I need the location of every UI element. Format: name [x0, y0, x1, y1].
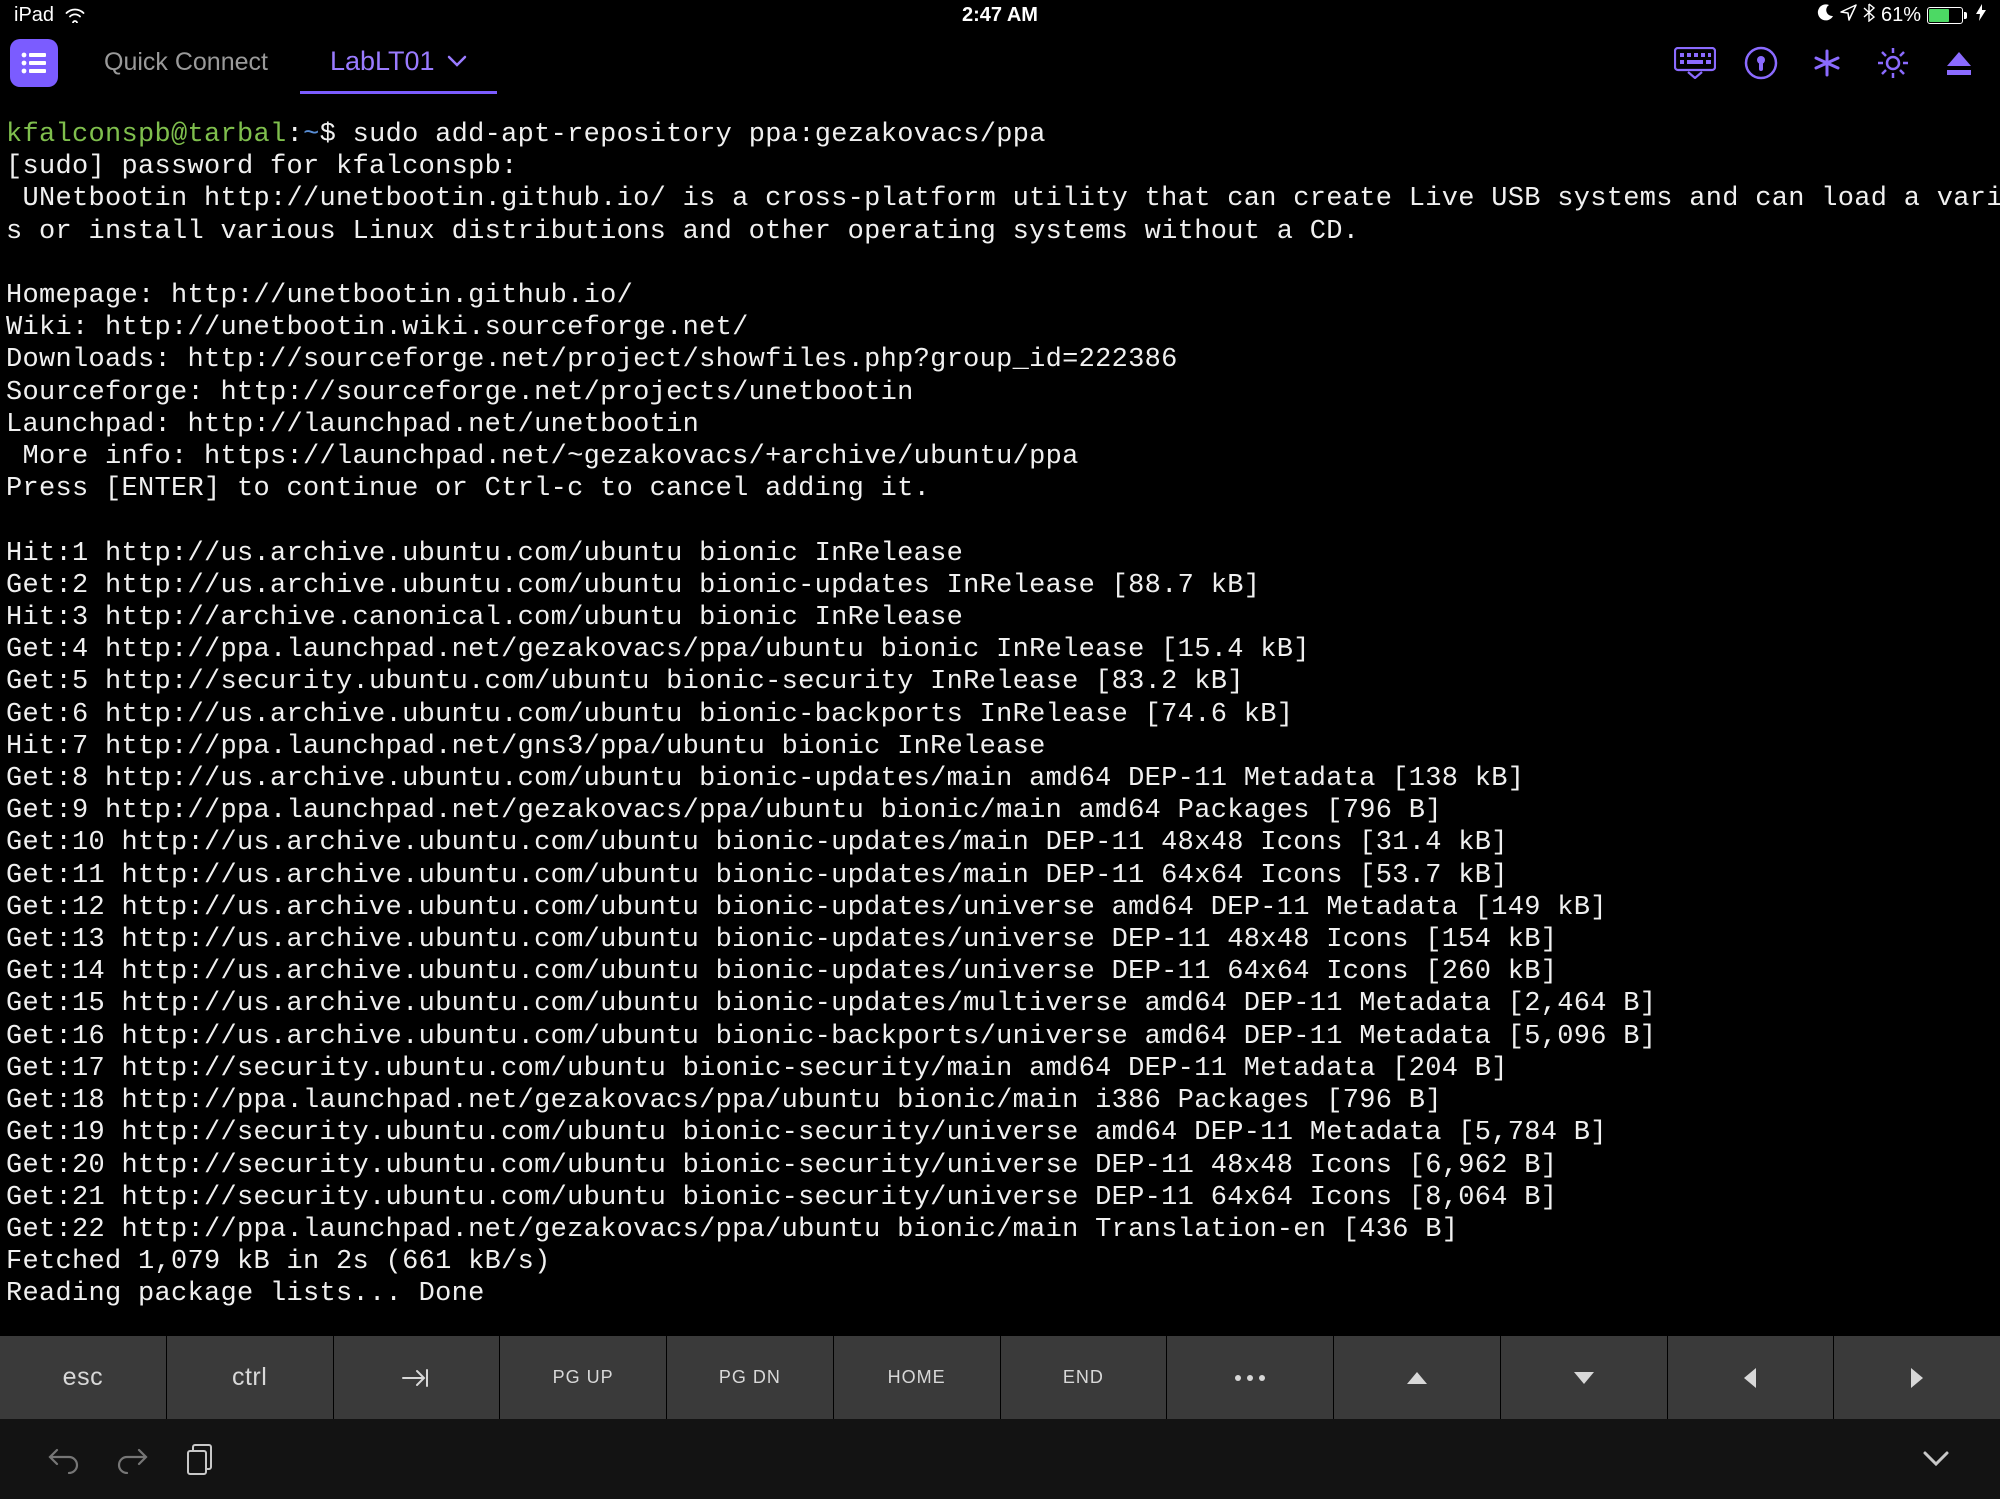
- hide-keyboard-button[interactable]: [1902, 1429, 1970, 1489]
- terminal-lines: [sudo] password for kfalconspb: UNetboot…: [6, 152, 2000, 1309]
- key-pgup[interactable]: PG UP: [500, 1336, 667, 1419]
- keyboard-icon[interactable]: [1664, 32, 1726, 94]
- sessions-menu-button[interactable]: [10, 39, 58, 87]
- star-icon[interactable]: [1796, 32, 1858, 94]
- bluetooth-icon: [1863, 3, 1875, 28]
- chevron-down-icon: [447, 55, 467, 67]
- prompt-user: kfalconspb: [6, 120, 171, 150]
- clock: 2:47 AM: [962, 4, 1038, 27]
- terminal-output[interactable]: kfalconspb@tarbal:~$ sudo add-apt-reposi…: [0, 95, 2000, 1321]
- key-arrow-left[interactable]: [1668, 1336, 1835, 1419]
- key-pgdn[interactable]: PG DN: [667, 1336, 834, 1419]
- more-dots-icon: [1233, 1373, 1267, 1383]
- battery-icon: [1927, 7, 1967, 24]
- keyboard-accessory-row: esc ctrl PG UP PG DN HOME END: [0, 1336, 2000, 1419]
- battery-percent: 61%: [1881, 4, 1921, 27]
- lock-icon[interactable]: [1730, 32, 1792, 94]
- key-arrow-down[interactable]: [1501, 1336, 1668, 1419]
- arrow-down-icon: [1572, 1369, 1596, 1387]
- moon-icon: [1817, 4, 1834, 27]
- redo-button[interactable]: [98, 1429, 166, 1489]
- charging-icon: [1976, 4, 1986, 26]
- undo-button[interactable]: [30, 1429, 98, 1489]
- app-toolbar: Quick Connect LabLT01: [0, 30, 2000, 95]
- device-label: iPad: [14, 4, 54, 27]
- key-esc[interactable]: esc: [0, 1336, 167, 1419]
- session-tab[interactable]: LabLT01: [300, 31, 497, 94]
- key-home[interactable]: HOME: [834, 1336, 1001, 1419]
- arrow-right-icon: [1908, 1366, 1926, 1390]
- command-text: sudo add-apt-repository ppa:gezakovacs/p…: [353, 120, 1046, 150]
- key-more[interactable]: [1167, 1336, 1334, 1419]
- prompt-path: ~: [303, 120, 320, 150]
- quick-connect-button[interactable]: Quick Connect: [76, 31, 296, 94]
- key-end[interactable]: END: [1001, 1336, 1168, 1419]
- status-bar: iPad 2:47 AM 61%: [0, 0, 2000, 30]
- bottom-system-row: [0, 1419, 2000, 1499]
- eject-icon[interactable]: [1928, 32, 1990, 94]
- location-icon: [1840, 4, 1857, 27]
- key-tab[interactable]: [334, 1336, 501, 1419]
- settings-gear-icon[interactable]: [1862, 32, 1924, 94]
- clipboard-button[interactable]: [166, 1429, 234, 1489]
- arrow-left-icon: [1741, 1366, 1759, 1390]
- key-ctrl[interactable]: ctrl: [167, 1336, 334, 1419]
- arrow-up-icon: [1405, 1369, 1429, 1387]
- prompt-host: tarbal: [188, 120, 287, 150]
- key-arrow-up[interactable]: [1334, 1336, 1501, 1419]
- key-arrow-right[interactable]: [1834, 1336, 2000, 1419]
- wifi-icon: [64, 7, 86, 23]
- session-tab-label: LabLT01: [330, 46, 435, 77]
- tab-icon: [401, 1366, 431, 1390]
